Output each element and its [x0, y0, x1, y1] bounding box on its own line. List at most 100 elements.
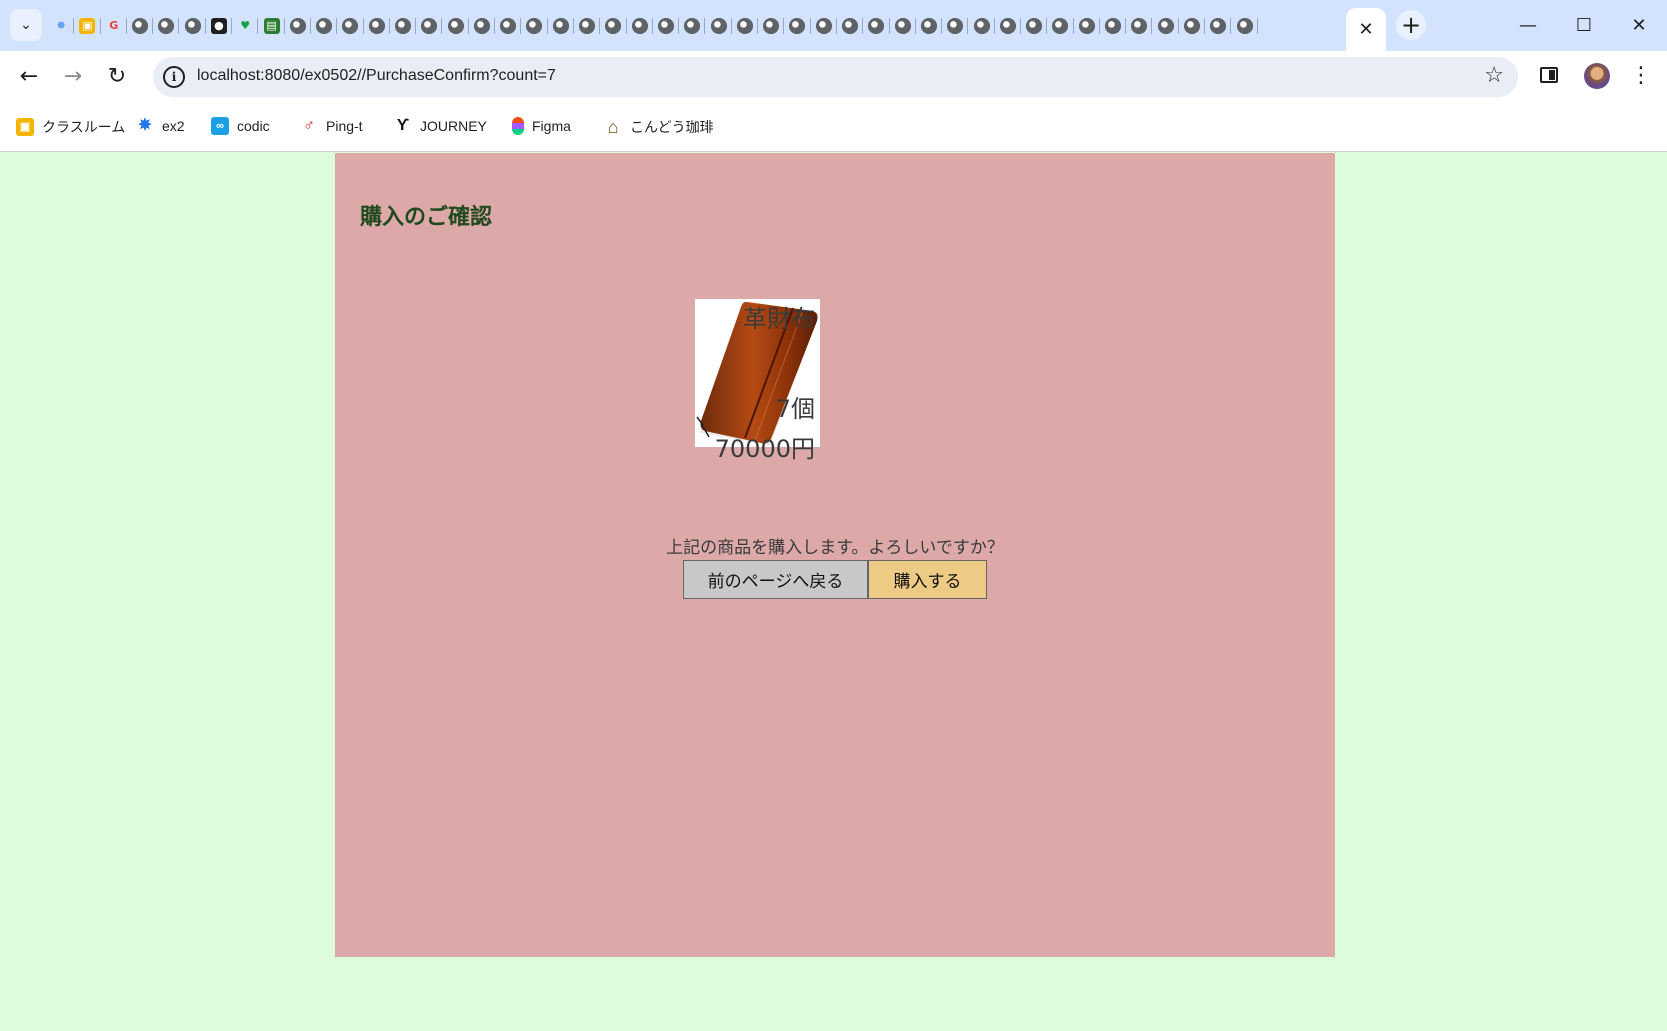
- pinned-tab[interactable]: [548, 12, 575, 40]
- pinned-tab[interactable]: [758, 12, 785, 40]
- window-close-button[interactable]: ✕: [1611, 0, 1667, 51]
- pinned-tab[interactable]: [127, 12, 154, 40]
- back-arrow-icon[interactable]: ←: [12, 59, 46, 93]
- globe-icon: [552, 18, 569, 34]
- site-info-icon[interactable]: i: [163, 66, 185, 88]
- globe-icon: [684, 18, 701, 34]
- bookmark-kondo-coffee[interactable]: ⌂ こんどう珈琲: [604, 117, 714, 137]
- globe-icon: [947, 18, 964, 34]
- forward-arrow-icon[interactable]: →: [56, 59, 90, 93]
- pinned-tab[interactable]: ▣: [74, 12, 101, 40]
- pinned-tab[interactable]: [600, 12, 627, 40]
- bookmark-codic[interactable]: ∞ codic: [211, 117, 270, 135]
- pinned-tab[interactable]: [1126, 12, 1153, 40]
- back-button[interactable]: 前のページへ戻る: [683, 560, 868, 599]
- pinned-tab[interactable]: G: [101, 12, 128, 40]
- pinned-tab[interactable]: [1205, 12, 1232, 40]
- bookmark-ping-t[interactable]: ♂ Ping-t: [300, 117, 363, 135]
- tab-strip: ⌄ ✵ ▣ G ● ♥ ▤ ✕ + — ☐ ✕: [0, 0, 1667, 51]
- pinned-tab[interactable]: [574, 12, 601, 40]
- pinned-tab[interactable]: [469, 12, 496, 40]
- bookmark-label: こんどう珈琲: [630, 119, 714, 135]
- globe-icon: [842, 18, 859, 34]
- pinned-tab[interactable]: [837, 12, 864, 40]
- pinned-tab[interactable]: [311, 12, 338, 40]
- pinned-tab[interactable]: ✵: [48, 12, 75, 40]
- product-quantity: 7個: [775, 395, 815, 423]
- pinned-tab[interactable]: [811, 12, 838, 40]
- pinned-tab[interactable]: [442, 12, 470, 40]
- address-bar[interactable]: i localhost:8080/ex0502//PurchaseConfirm…: [153, 57, 1518, 97]
- globe-icon: [657, 18, 674, 34]
- pinned-tab[interactable]: [416, 12, 443, 40]
- pinned-tab[interactable]: [495, 12, 522, 40]
- menu-kebab-icon[interactable]: ⋮: [1630, 63, 1652, 89]
- globe-icon: [1052, 18, 1069, 34]
- bookmark-figma[interactable]: Figma: [512, 117, 571, 135]
- pinned-tab[interactable]: [863, 12, 890, 40]
- globe-icon: [421, 18, 438, 34]
- pinned-tab[interactable]: ●: [206, 12, 233, 40]
- bookmark-label: Ping-t: [326, 118, 363, 134]
- pinned-tab[interactable]: [1231, 12, 1258, 40]
- globe-icon: [763, 18, 780, 34]
- pinned-tab[interactable]: [521, 12, 548, 40]
- globe-icon: [473, 18, 490, 34]
- journey-icon: ϒ: [396, 117, 410, 134]
- purchase-button[interactable]: 購入する: [868, 560, 987, 599]
- minimize-button[interactable]: —: [1500, 0, 1556, 51]
- bookmark-classroom[interactable]: ▣ クラスルーム: [16, 117, 125, 137]
- close-icon[interactable]: ✕: [1358, 19, 1373, 40]
- pinned-tab[interactable]: [995, 12, 1022, 40]
- pinned-tab[interactable]: [1047, 12, 1074, 40]
- new-tab-button[interactable]: +: [1396, 10, 1426, 40]
- pinned-tab[interactable]: [390, 12, 417, 40]
- bookmark-star-icon[interactable]: ☆: [1484, 63, 1504, 88]
- pinned-tab[interactable]: [705, 12, 733, 40]
- pinned-tab[interactable]: [968, 12, 995, 40]
- reload-icon[interactable]: ↻: [100, 59, 134, 93]
- pinned-tab[interactable]: [1152, 12, 1180, 40]
- maximize-button[interactable]: ☐: [1556, 0, 1612, 51]
- pinned-tab[interactable]: [1074, 12, 1101, 40]
- bookmark-journey[interactable]: ϒ JOURNEY: [394, 117, 487, 135]
- profile-avatar[interactable]: [1584, 63, 1610, 89]
- pinned-tab[interactable]: [337, 12, 364, 40]
- pinned-tab[interactable]: [364, 12, 391, 40]
- pinned-tab[interactable]: [1179, 12, 1206, 40]
- pinned-tab[interactable]: [916, 12, 943, 40]
- globe-icon: [999, 18, 1016, 34]
- globe-icon: [447, 18, 464, 34]
- pinned-tab[interactable]: [285, 12, 312, 40]
- active-tab[interactable]: ✕: [1346, 8, 1386, 51]
- bookmark-ex2[interactable]: ✵ ex2: [136, 117, 184, 135]
- pinned-tab[interactable]: [784, 12, 811, 40]
- pinned-tab[interactable]: [653, 12, 680, 40]
- globe-icon: [894, 18, 911, 34]
- globe-icon: [132, 18, 149, 34]
- side-panel-icon[interactable]: [1540, 67, 1558, 83]
- pinned-tab[interactable]: ▤: [258, 12, 285, 40]
- gear-icon: ✵: [138, 117, 152, 134]
- pinned-tab[interactable]: [1100, 12, 1127, 40]
- pinned-tab[interactable]: [890, 12, 917, 40]
- globe-icon: [815, 18, 832, 34]
- globe-icon: [973, 18, 990, 34]
- ping-t-icon: ♂: [303, 117, 315, 134]
- tab-search-button[interactable]: ⌄: [10, 9, 42, 41]
- globe-icon: [158, 18, 175, 34]
- gear-icon: ✵: [56, 19, 66, 32]
- pinned-tab[interactable]: ♥: [232, 12, 259, 40]
- pinned-tab[interactable]: [942, 12, 969, 40]
- globe-icon: [500, 18, 517, 34]
- url-text[interactable]: localhost:8080/ex0502//PurchaseConfirm?c…: [197, 67, 556, 85]
- figma-icon: [512, 117, 524, 135]
- pinned-tab[interactable]: [679, 12, 706, 40]
- pinned-tab[interactable]: [1021, 12, 1048, 40]
- pinned-tab[interactable]: [627, 12, 654, 40]
- globe-icon: [1078, 18, 1095, 34]
- pinned-tab[interactable]: [732, 12, 759, 40]
- pinned-tab[interactable]: [153, 12, 180, 40]
- pinned-tab[interactable]: [179, 12, 207, 40]
- pinned-tabs: ✵ ▣ G ● ♥ ▤: [48, 12, 1258, 40]
